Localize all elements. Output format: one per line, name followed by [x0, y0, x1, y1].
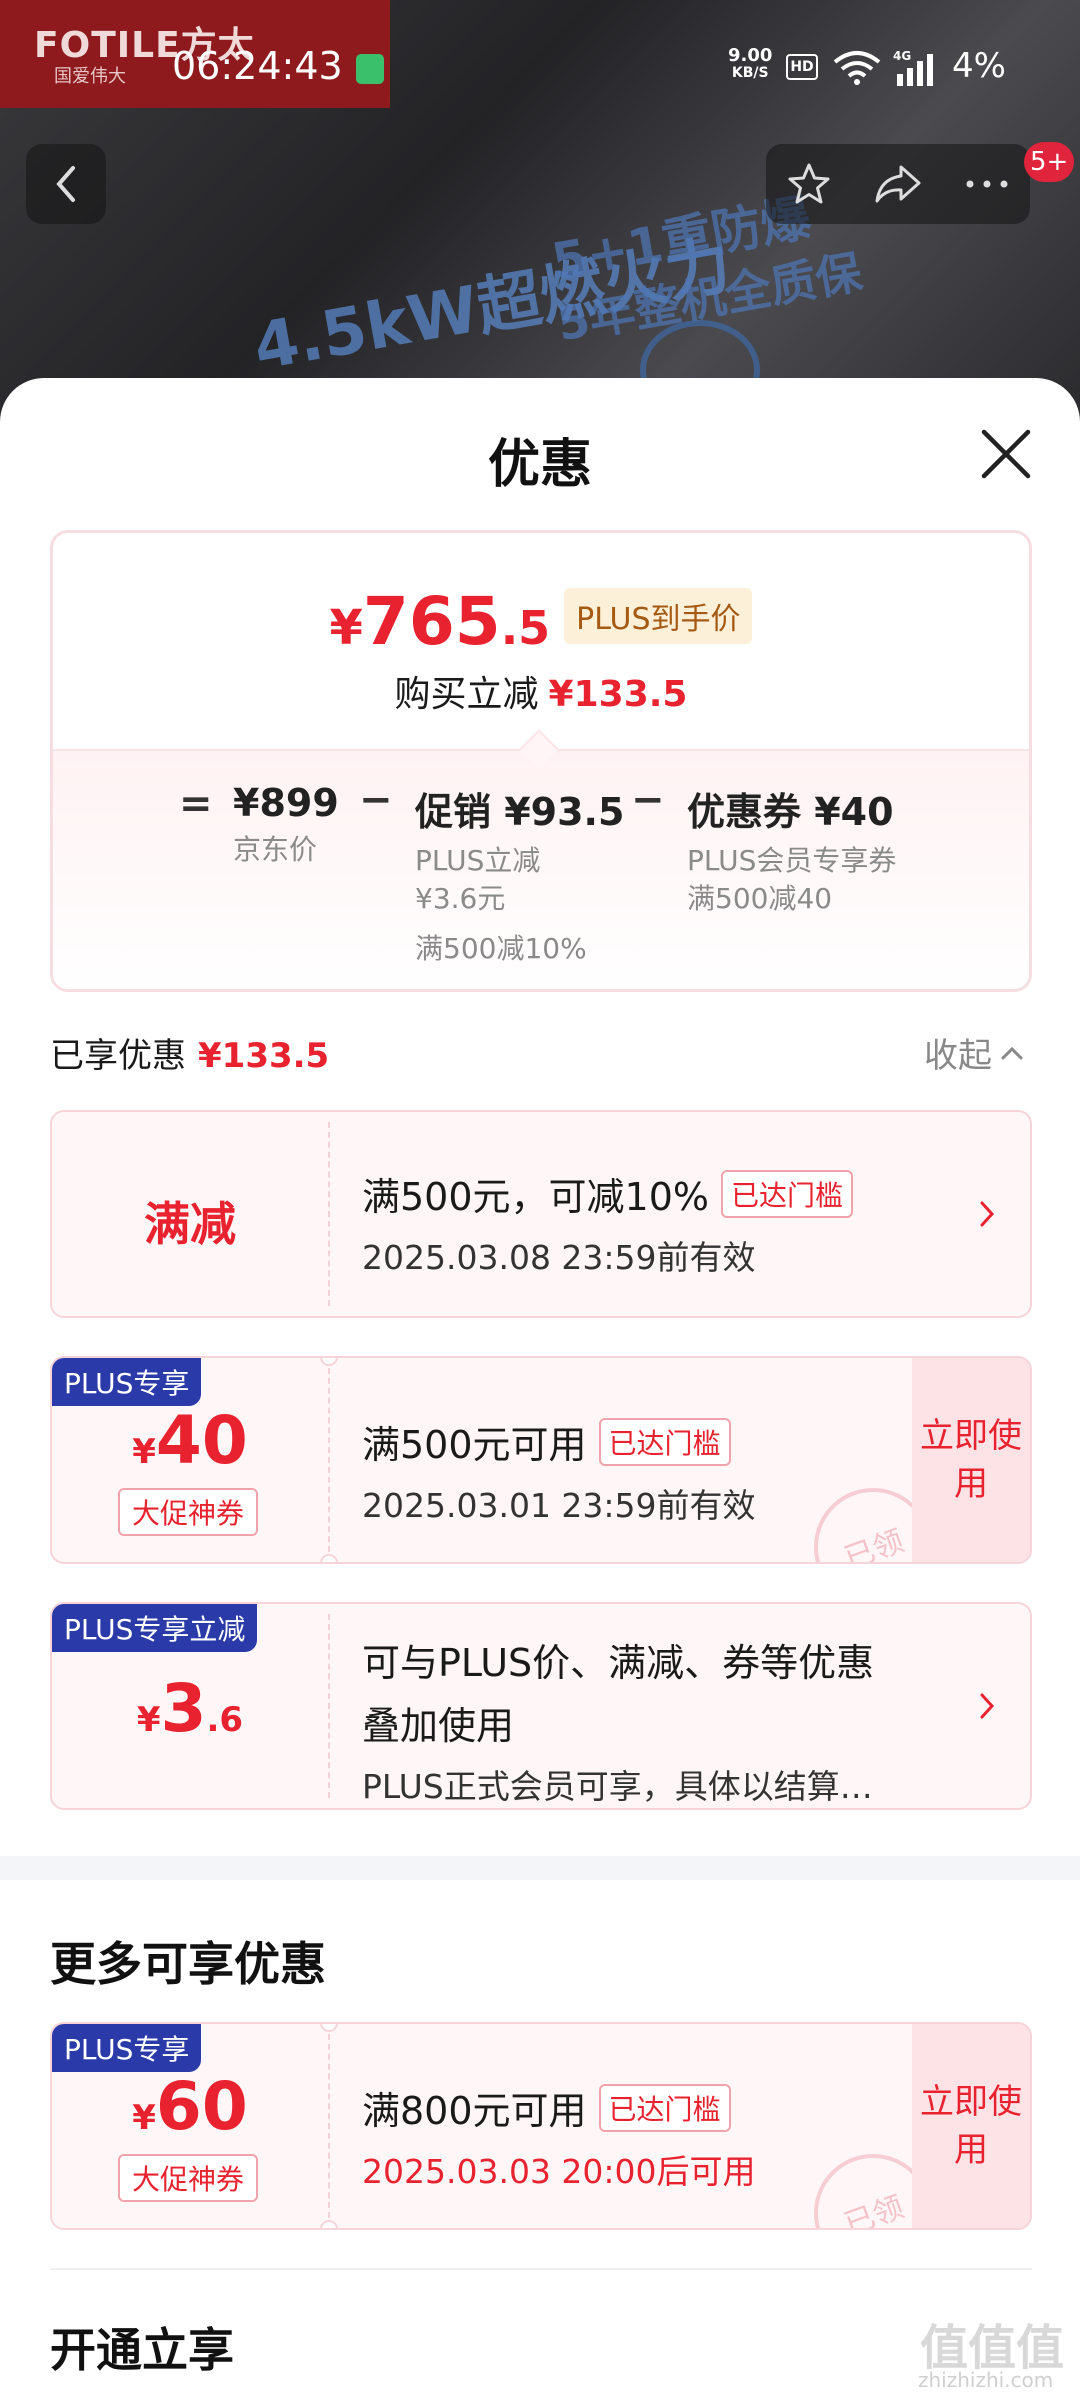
plus-instant-reduction-card[interactable]: PLUS专享立减 ¥3.6 可与PLUS价、满减、券等优惠 叠加使用 PLUS正…: [50, 1602, 1032, 1810]
equals-sign: =: [179, 781, 213, 827]
enjoyed-discount: 已享优惠 ¥133.5: [50, 1036, 330, 1076]
hd-icon: HD: [786, 54, 818, 80]
sheet-title: 优惠: [487, 435, 592, 495]
back-button[interactable]: [26, 144, 106, 224]
coupon-amount: ¥60: [132, 2068, 248, 2145]
plus-price-tag: PLUS到手价: [564, 587, 753, 644]
coupon-amount: ¥40: [132, 1402, 248, 1479]
clock: 06:24:43: [172, 44, 343, 88]
promo-tag: 大促神券: [118, 1488, 258, 1536]
coupon-description: 可与PLUS价、满减、券等优惠: [362, 1641, 875, 1685]
minus-sign-2: −: [631, 777, 665, 823]
plus-exclusive-tag: PLUS专享: [52, 2024, 202, 2072]
final-price: ¥765.5 PLUS到手价: [53, 583, 1029, 660]
chevron-left-icon: [56, 166, 75, 202]
discount-sheet: 优惠 ¥765.5 PLUS到手价 购买立减¥133.5 = ¥899 京东价: [0, 378, 1080, 2400]
share-icon[interactable]: [873, 161, 923, 207]
more-icon[interactable]: [964, 174, 1010, 194]
top-action-bar: [766, 144, 1030, 224]
plus-exclusive-tag: PLUS专享立减: [52, 1604, 258, 1652]
status-bar: 06:24:43 9.00 KB/S HD 4G 4%: [0, 0, 1080, 140]
wifi-icon: [833, 51, 881, 85]
more-discounts-title: 更多可享优惠: [50, 1937, 326, 1991]
coupon-note: PLUS正式会员可享，具体以结算…: [362, 1767, 873, 1806]
jd-price-col: ¥899 京东价: [233, 781, 339, 866]
chevron-right-icon: [980, 1201, 995, 1227]
open-membership-title: 开通立享: [50, 2323, 234, 2377]
section-separator: [0, 1856, 1080, 1880]
watermark-site: zhizhizhi.com: [918, 2368, 1054, 2392]
coupon-validity: 2025.03.08 23:59前有效: [362, 1238, 756, 1277]
close-icon[interactable]: [976, 424, 1036, 484]
network-speed: 9.00 KB/S: [728, 45, 773, 81]
star-icon[interactable]: [786, 161, 832, 207]
coupon-condition: 满500元可用 已达门槛: [362, 1414, 756, 1469]
coupon-condition: 满800元可用 已达门槛: [362, 2080, 756, 2135]
coupon-validity: 2025.03.01 23:59前有效: [362, 1486, 756, 1525]
chevron-up-icon: [1001, 1046, 1023, 1059]
battery-level: 4%: [952, 46, 1006, 86]
chevron-right-icon: [980, 1693, 995, 1719]
promo-col: 促销 ¥93.5 PLUS立减 ¥3.6元 满500减10%: [415, 790, 625, 965]
threshold-tag: 已达门槛: [598, 2083, 731, 2132]
coupon-col: 优惠券 ¥40 PLUS会员专享券 满500减40: [687, 790, 897, 915]
promo-tag: 大促神券: [118, 2154, 258, 2202]
price-summary-card: ¥765.5 PLUS到手价 购买立减 ¥133.5 = ¥899 京东价 − 促…: [50, 530, 1032, 992]
coupon-description-2: 叠加使用: [362, 1704, 515, 1748]
plus-coupon-40: PLUS专享 ¥40 大促神券 满500元可用 已达门槛 2025.03.01 2…: [50, 1356, 1032, 1564]
full-reduction-card[interactable]: 满减 满500元，可减10% 已达门槛 2025.03.08 23:59前有效: [50, 1110, 1032, 1318]
collapse-button[interactable]: 收起: [924, 1028, 1024, 1077]
network-type: 4G: [893, 49, 911, 63]
coupon-type: 满减: [144, 1197, 236, 1251]
plus-coupon-60: PLUS专享 ¥60 大促神券 满800元可用 已达门槛 2025.03.03 2…: [50, 2022, 1032, 2230]
signal-icon: 4G: [893, 49, 933, 86]
coupon-condition: 满500元，可减10% 已达门槛: [362, 1166, 854, 1221]
use-now-button[interactable]: 立即使用: [912, 1358, 1030, 1562]
threshold-tag: 已达门槛: [598, 1417, 731, 1466]
instant-reduction: 购买立减 ¥133.5: [394, 674, 688, 715]
coupon-validity: 2025.03.03 20:00后可用: [362, 2152, 756, 2191]
message-badge: 5+: [1024, 142, 1075, 182]
minus-sign: −: [359, 777, 393, 823]
coupon-amount: ¥3.6: [136, 1670, 244, 1747]
use-now-button[interactable]: 立即使用: [912, 2024, 1030, 2228]
price-formula: = ¥899 京东价 − 促销 ¥93.5 PLUS立减 ¥3.6元 满500减…: [53, 729, 1029, 989]
plus-exclusive-tag: PLUS专享: [52, 1358, 202, 1406]
battery-saver-icon: [356, 54, 384, 84]
threshold-tag: 已达门槛: [721, 1169, 854, 1218]
